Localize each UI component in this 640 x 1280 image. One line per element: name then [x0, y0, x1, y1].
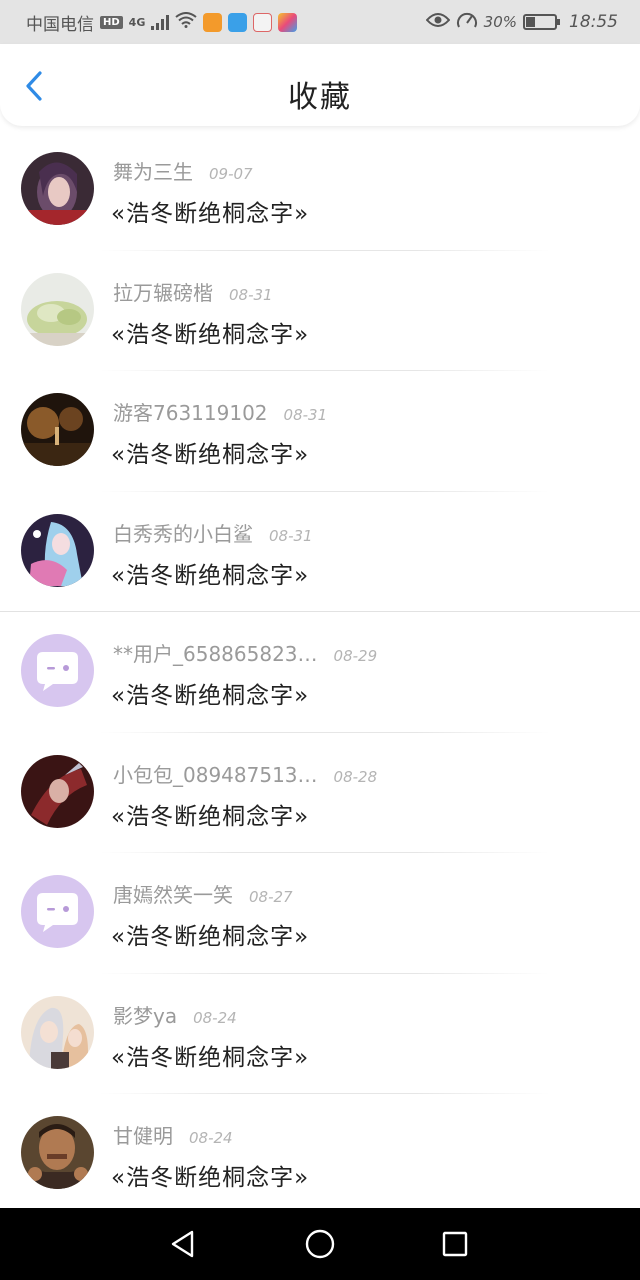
signal-icon [151, 14, 170, 30]
circle-home-icon [305, 1229, 335, 1259]
avatar[interactable] [21, 1116, 94, 1189]
wifi-icon [175, 11, 197, 33]
user-name: 小包包_089487513… [113, 762, 318, 787]
clock: 18:55 [569, 12, 618, 32]
list-item[interactable]: 甘健明 08-24 «浩冬断绝桐念字» [0, 1094, 640, 1215]
item-meta: 影梦ya 08-24 [113, 1000, 237, 1029]
avatar[interactable] [21, 272, 94, 346]
avatar[interactable] [21, 152, 94, 225]
system-nav-bar [0, 1208, 640, 1280]
favorites-list: 舞为三生 09-07 «浩冬断绝桐念字» 拉万辗磅楷 08-31 «浩冬断绝桐念… [0, 130, 640, 1215]
work-title: «浩冬断绝桐念字» [111, 562, 310, 589]
list-item[interactable]: 舞为三生 09-07 «浩冬断绝桐念字» [0, 130, 640, 251]
user-name: 甘健明 [113, 1124, 173, 1148]
carrier-label: 中国电信 [26, 14, 94, 35]
item-date: 08-29 [333, 647, 378, 665]
item-meta: 小包包_089487513… 08-28 [113, 759, 377, 788]
work-title: «浩冬断绝桐念字» [111, 442, 310, 468]
work-title: «浩冬断绝桐念字» [111, 321, 310, 348]
item-date: 08-24 [189, 1129, 233, 1147]
calendar-app-icon [253, 12, 273, 32]
item-meta: 拉万辗磅楷 08-31 [113, 277, 273, 306]
eye-icon [425, 12, 451, 33]
triangle-back-icon [171, 1230, 194, 1258]
avatar[interactable] [21, 995, 94, 1069]
user-name: **用户_658865823… [113, 642, 318, 666]
item-date: 08-31 [283, 406, 328, 424]
item-meta: **用户_658865823… 08-29 [113, 638, 377, 667]
avatar[interactable] [21, 754, 94, 828]
status-bar: 中国电信 HD 4G 30% 18:55 [0, 0, 640, 44]
list-item[interactable]: **用户_658865823… 08-29 «浩冬断绝桐念字» [0, 612, 640, 733]
list-item[interactable]: 唐嫣然笑一笑 08-27 «浩冬断绝桐念字» [0, 853, 640, 974]
nav-home-button[interactable] [300, 1224, 340, 1264]
work-title: «浩冬断绝桐念字» [111, 803, 310, 830]
item-meta: 甘健明 08-24 [113, 1120, 233, 1149]
item-date: 09-07 [209, 165, 253, 183]
user-name: 舞为三生 [113, 160, 193, 184]
list-item[interactable]: 白秀秀的小白鲨 08-31 «浩冬断绝桐念字» [0, 492, 640, 613]
nav-recents-button[interactable] [435, 1224, 475, 1264]
avatar[interactable] [21, 875, 94, 948]
network-type: 4G [128, 15, 146, 29]
work-title: «浩冬断绝桐念字» [111, 1044, 310, 1071]
item-meta: 白秀秀的小白鲨 08-31 [113, 518, 313, 547]
work-title: «浩冬断绝桐念字» [111, 201, 310, 227]
item-date: 08-31 [269, 526, 313, 545]
item-date: 08-24 [193, 1008, 237, 1027]
search-app-icon [228, 12, 248, 32]
user-name: 白秀秀的小白鲨 [113, 521, 253, 546]
avatar[interactable] [21, 393, 94, 466]
avatar[interactable] [21, 634, 94, 707]
item-meta: 唐嫣然笑一笑 08-27 [113, 879, 293, 908]
list-item[interactable]: 影梦ya 08-24 «浩冬断绝桐念字» [0, 974, 640, 1095]
square-recents-icon [442, 1231, 468, 1257]
app-header: 收藏 [0, 44, 640, 126]
item-date: 08-31 [229, 285, 273, 304]
gallery-app-icon [278, 12, 298, 32]
item-meta: 游客763119102 08-31 [113, 397, 327, 426]
avatar[interactable] [21, 513, 94, 587]
nav-back-button[interactable] [163, 1224, 203, 1264]
page-title: 收藏 [288, 80, 352, 115]
battery-icon [523, 14, 560, 30]
item-date: 08-28 [333, 767, 378, 786]
list-item[interactable]: 小包包_089487513… 08-28 «浩冬断绝桐念字» [0, 733, 640, 854]
user-name: 影梦ya [113, 1003, 178, 1028]
work-title: «浩冬断绝桐念字» [111, 683, 310, 709]
video-app-icon [203, 12, 223, 32]
list-item[interactable]: 拉万辗磅楷 08-31 «浩冬断绝桐念字» [0, 251, 640, 372]
user-name: 游客763119102 [113, 401, 268, 425]
work-title: «浩冬断绝桐念字» [111, 1165, 310, 1191]
item-date: 08-27 [249, 888, 293, 906]
item-meta: 舞为三生 09-07 [113, 156, 253, 185]
battery-percent: 30% [483, 13, 517, 31]
hd-badge: HD [100, 15, 123, 29]
speedometer-icon [456, 11, 478, 34]
user-name: 唐嫣然笑一笑 [113, 883, 233, 907]
user-name: 拉万辗磅楷 [113, 280, 213, 305]
work-title: «浩冬断绝桐念字» [111, 924, 310, 950]
list-item[interactable]: 游客763119102 08-31 «浩冬断绝桐念字» [0, 371, 640, 492]
